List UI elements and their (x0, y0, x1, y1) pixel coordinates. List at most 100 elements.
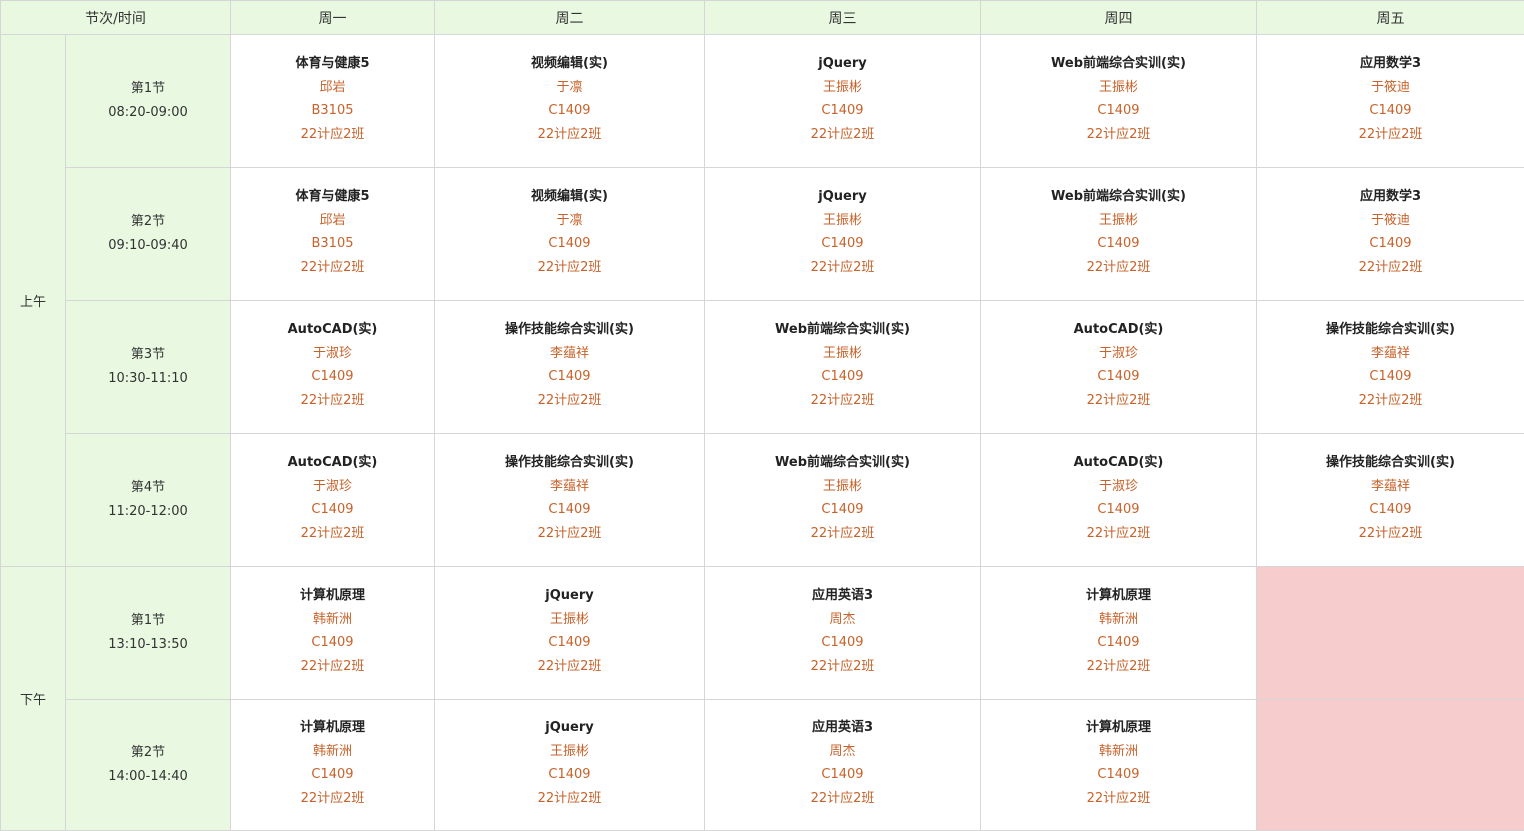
course-name: Web前端综合实训(实) (775, 451, 910, 475)
period-cell: 第2节14:00-14:40 (66, 700, 231, 831)
empty-course-cell[interactable] (1257, 567, 1524, 700)
course-teacher: 周杰 (829, 740, 855, 764)
course-class: 22计应2班 (1359, 522, 1423, 546)
course-cell-content: Web前端综合实训(实)王振彬C140922计应2班 (981, 52, 1256, 147)
period-label: 第1节 (66, 609, 230, 633)
course-cell[interactable]: 操作技能综合实训(实)李蕴祥C140922计应2班 (1257, 434, 1524, 567)
course-cell[interactable]: 计算机原理韩新洲C140922计应2班 (231, 700, 435, 831)
course-teacher: 王振彬 (823, 209, 862, 233)
course-class: 22计应2班 (538, 787, 602, 811)
course-class: 22计应2班 (811, 522, 875, 546)
course-name: jQuery (545, 584, 593, 608)
course-cell[interactable]: jQuery王振彬C140922计应2班 (435, 700, 705, 831)
course-room: C1409 (1369, 99, 1411, 123)
course-class: 22计应2班 (1087, 787, 1151, 811)
course-class: 22计应2班 (1087, 256, 1151, 280)
period-cell: 第1节08:20-09:00 (66, 35, 231, 168)
period-time: 10:30-11:10 (66, 367, 230, 391)
period-cell: 第2节09:10-09:40 (66, 168, 231, 301)
course-cell[interactable]: 视频编辑(实)于凛C140922计应2班 (435, 168, 705, 301)
course-cell[interactable]: 应用英语3周杰C140922计应2班 (705, 700, 981, 831)
course-room: B3105 (311, 99, 353, 123)
course-cell[interactable]: 体育与健康5邱岩B310522计应2班 (231, 35, 435, 168)
course-name: 操作技能综合实训(实) (505, 318, 634, 342)
course-cell[interactable]: 视频编辑(实)于凛C140922计应2班 (435, 35, 705, 168)
course-cell[interactable]: 计算机原理韩新洲C140922计应2班 (231, 567, 435, 700)
course-room: C1409 (821, 631, 863, 655)
course-cell[interactable]: Web前端综合实训(实)王振彬C140922计应2班 (981, 168, 1257, 301)
course-cell-content: 视频编辑(实)于凛C140922计应2班 (435, 52, 704, 147)
course-cell-content: 操作技能综合实训(实)李蕴祥C140922计应2班 (1257, 451, 1524, 546)
course-cell-content: 操作技能综合实训(实)李蕴祥C140922计应2班 (1257, 318, 1524, 413)
course-cell[interactable]: 操作技能综合实训(实)李蕴祥C140922计应2班 (435, 434, 705, 567)
course-cell-content: AutoCAD(实)于淑珍C140922计应2班 (231, 318, 434, 413)
course-cell[interactable]: AutoCAD(实)于淑珍C140922计应2班 (981, 434, 1257, 567)
course-cell[interactable]: Web前端综合实训(实)王振彬C140922计应2班 (705, 434, 981, 567)
course-name: AutoCAD(实) (1074, 318, 1164, 342)
course-teacher: 于淑珍 (1099, 475, 1138, 499)
course-room: C1409 (548, 498, 590, 522)
period-label: 第1节 (66, 77, 230, 101)
course-cell[interactable]: AutoCAD(实)于淑珍C140922计应2班 (231, 301, 435, 434)
course-room: C1409 (1369, 232, 1411, 256)
period-time: 14:00-14:40 (66, 765, 230, 789)
course-room: C1409 (548, 631, 590, 655)
course-name: jQuery (545, 716, 593, 740)
course-cell[interactable]: 应用数学3于筱迪C140922计应2班 (1257, 168, 1524, 301)
course-cell[interactable]: Web前端综合实训(实)王振彬C140922计应2班 (705, 301, 981, 434)
course-cell[interactable]: 体育与健康5邱岩B310522计应2班 (231, 168, 435, 301)
course-cell[interactable]: 应用英语3周杰C140922计应2班 (705, 567, 981, 700)
course-teacher: 邱岩 (319, 76, 345, 100)
course-cell-content: jQuery王振彬C140922计应2班 (705, 185, 980, 280)
course-class: 22计应2班 (1087, 522, 1151, 546)
course-room: C1409 (548, 365, 590, 389)
course-cell[interactable]: jQuery王振彬C140922计应2班 (705, 168, 981, 301)
course-name: 应用数学3 (1360, 185, 1421, 209)
course-class: 22计应2班 (301, 123, 365, 147)
empty-course-cell[interactable] (1257, 700, 1524, 831)
course-teacher: 于筱迪 (1371, 209, 1410, 233)
course-cell[interactable]: 计算机原理韩新洲C140922计应2班 (981, 567, 1257, 700)
course-class: 22计应2班 (538, 522, 602, 546)
course-teacher: 于凛 (556, 209, 582, 233)
period-cell: 第1节13:10-13:50 (66, 567, 231, 700)
course-cell-content: 应用数学3于筱迪C140922计应2班 (1257, 185, 1524, 280)
course-class: 22计应2班 (301, 522, 365, 546)
course-name: 应用英语3 (812, 584, 873, 608)
course-room: C1409 (1369, 498, 1411, 522)
course-cell[interactable]: AutoCAD(实)于淑珍C140922计应2班 (231, 434, 435, 567)
course-cell[interactable]: AutoCAD(实)于淑珍C140922计应2班 (981, 301, 1257, 434)
course-class: 22计应2班 (811, 389, 875, 413)
course-cell[interactable]: jQuery王振彬C140922计应2班 (705, 35, 981, 168)
course-name: jQuery (818, 52, 866, 76)
course-teacher: 王振彬 (823, 76, 862, 100)
course-teacher: 王振彬 (550, 608, 589, 632)
course-teacher: 王振彬 (823, 342, 862, 366)
course-cell-content: 应用英语3周杰C140922计应2班 (705, 584, 980, 679)
course-class: 22计应2班 (301, 655, 365, 679)
course-room: C1409 (1097, 631, 1139, 655)
course-name: Web前端综合实训(实) (1051, 52, 1186, 76)
course-class: 22计应2班 (1359, 389, 1423, 413)
course-class: 22计应2班 (1087, 123, 1151, 147)
course-name: 操作技能综合实训(实) (505, 451, 634, 475)
course-room: C1409 (311, 763, 353, 787)
course-cell-content: 操作技能综合实训(实)李蕴祥C140922计应2班 (435, 451, 704, 546)
course-name: 应用英语3 (812, 716, 873, 740)
course-cell[interactable]: 应用数学3于筱迪C140922计应2班 (1257, 35, 1524, 168)
course-cell-content: 应用英语3周杰C140922计应2班 (705, 716, 980, 811)
course-cell[interactable]: 操作技能综合实训(实)李蕴祥C140922计应2班 (1257, 301, 1524, 434)
course-cell[interactable]: 操作技能综合实训(实)李蕴祥C140922计应2班 (435, 301, 705, 434)
course-name: 体育与健康5 (295, 52, 369, 76)
course-teacher: 于淑珍 (313, 475, 352, 499)
course-class: 22计应2班 (301, 787, 365, 811)
course-class: 22计应2班 (1087, 389, 1151, 413)
course-room: C1409 (548, 232, 590, 256)
course-cell-content: 体育与健康5邱岩B310522计应2班 (231, 185, 434, 280)
course-cell[interactable]: Web前端综合实训(实)王振彬C140922计应2班 (981, 35, 1257, 168)
course-name: AutoCAD(实) (288, 451, 378, 475)
course-class: 22计应2班 (811, 123, 875, 147)
course-cell[interactable]: jQuery王振彬C140922计应2班 (435, 567, 705, 700)
course-cell[interactable]: 计算机原理韩新洲C140922计应2班 (981, 700, 1257, 831)
course-teacher: 李蕴祥 (1371, 342, 1410, 366)
